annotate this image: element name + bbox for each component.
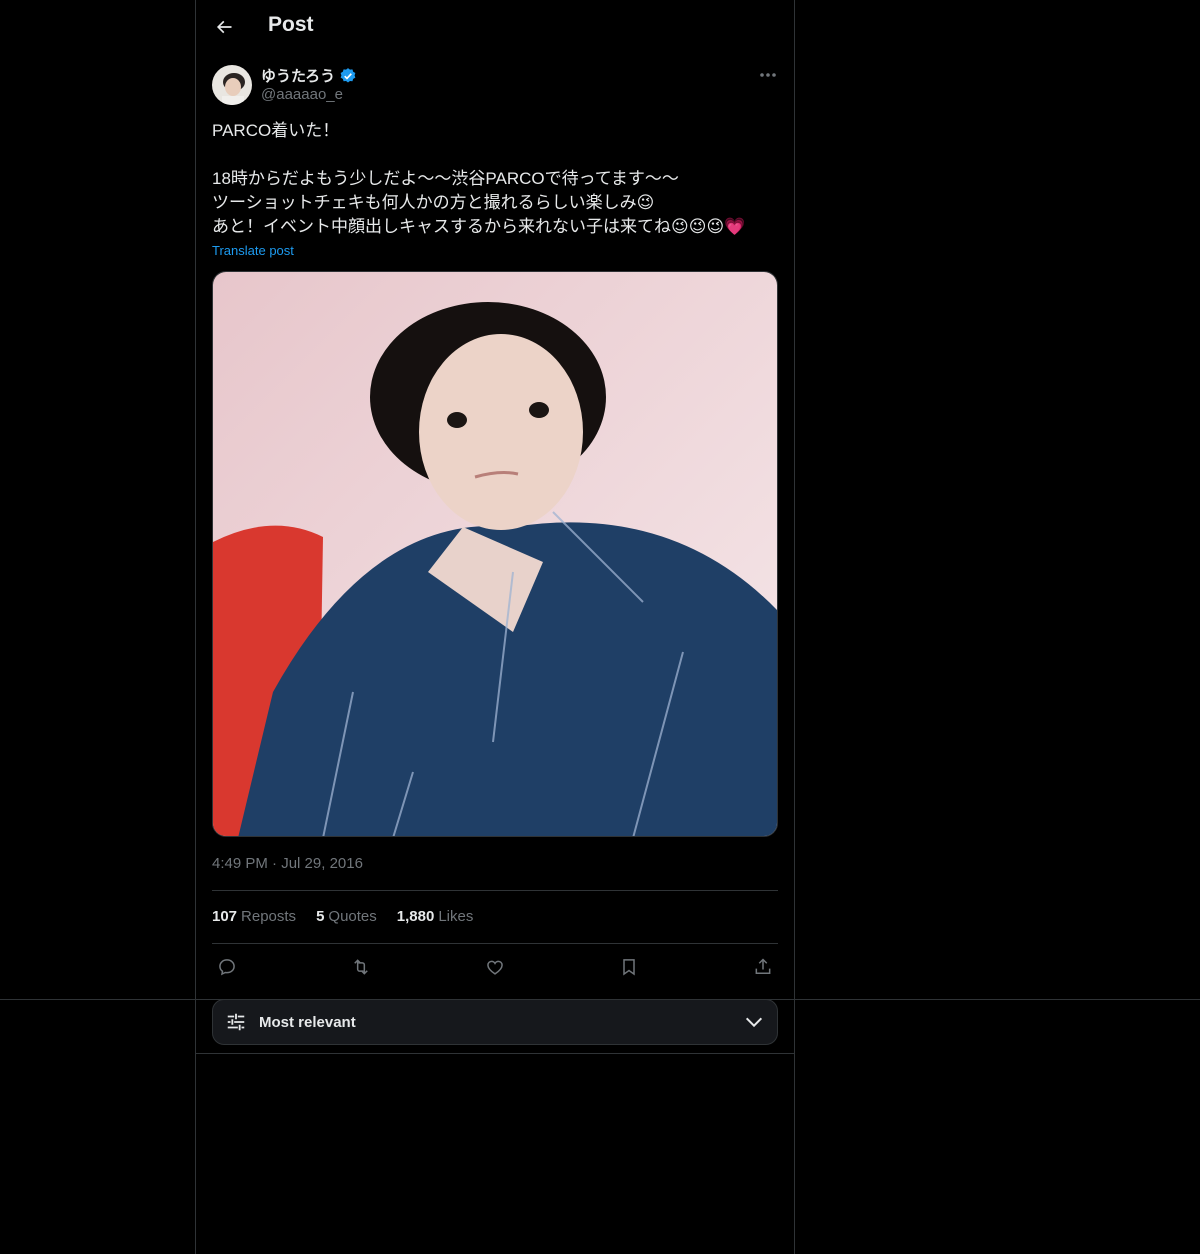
like-button[interactable]	[480, 952, 510, 982]
back-button[interactable]	[206, 9, 242, 45]
likes-label: Likes	[438, 908, 474, 925]
more-options-button[interactable]	[752, 62, 784, 88]
engagement-stats: 107 Reposts 5 Quotes 1,880 Likes	[212, 908, 473, 925]
avatar[interactable]	[212, 65, 252, 105]
repost-button[interactable]	[346, 952, 376, 982]
tweet-timestamp: 4:49 PM · Jul 29, 2016	[212, 855, 363, 872]
reply-sort-selector[interactable]: Most relevant	[212, 999, 778, 1045]
bookmark-button[interactable]	[614, 952, 644, 982]
author-name[interactable]: ゆうたろう	[261, 65, 357, 86]
main-column: Post ゆうたろう @aaaaao_e PARCO着いた！ 18時からだよもう…	[195, 0, 795, 1254]
more-icon	[760, 73, 776, 77]
timestamp-separator: ·	[272, 855, 278, 872]
reply-icon	[219, 959, 235, 976]
author-handle[interactable]: @aaaaao_e	[261, 86, 343, 103]
quotes-stat[interactable]: 5 Quotes	[316, 908, 377, 925]
heart-icon	[487, 960, 503, 975]
repost-icon	[354, 959, 368, 975]
action-bar	[212, 952, 778, 982]
tweet-line: PARCO着いた！	[212, 121, 340, 140]
share-icon	[755, 958, 771, 974]
quotes-label: Quotes	[328, 908, 377, 925]
tweet-text: PARCO着いた！ 18時からだよもう少しだよ〜〜渋谷PARCOで待ってます〜〜…	[212, 119, 782, 239]
reposts-label: Reposts	[241, 908, 297, 925]
likes-stat[interactable]: 1,880 Likes	[397, 908, 474, 925]
reposts-count: 107	[212, 908, 238, 925]
tweet-photo[interactable]	[212, 271, 778, 837]
author-display-name: ゆうたろう	[261, 68, 336, 85]
share-button[interactable]	[748, 952, 778, 982]
page-header: Post	[196, 0, 794, 54]
tweet-time[interactable]: 4:49 PM	[212, 855, 268, 872]
bookmark-icon	[623, 959, 635, 976]
likes-count: 1,880	[396, 908, 435, 925]
arrow-left-icon	[216, 20, 232, 34]
reposts-stat[interactable]: 107 Reposts	[212, 908, 296, 925]
tweet-date[interactable]: Jul 29, 2016	[281, 855, 363, 872]
sliders-icon	[227, 1013, 245, 1031]
tweet-line: 18時からだよもう少しだよ〜〜渋谷PARCOで待ってます〜〜	[212, 169, 679, 188]
chevron-down-icon	[743, 1011, 765, 1033]
tweet-line: あと！イベント中顔出しキャスするから来れない子は来てね😉😉😉💗	[212, 217, 746, 236]
sort-label: Most relevant	[259, 1013, 356, 1031]
translate-post-link[interactable]: Translate post	[212, 243, 294, 258]
verified-badge-icon	[340, 67, 356, 83]
divider	[212, 943, 778, 944]
quotes-count: 5	[316, 908, 325, 925]
tweet-line: ツーショットチェキも何人かの方と撮れるらしい楽しみ😉	[212, 193, 655, 212]
reply-button[interactable]	[212, 952, 242, 982]
divider	[212, 890, 778, 891]
divider	[196, 1053, 794, 1054]
page-title: Post	[268, 13, 314, 36]
